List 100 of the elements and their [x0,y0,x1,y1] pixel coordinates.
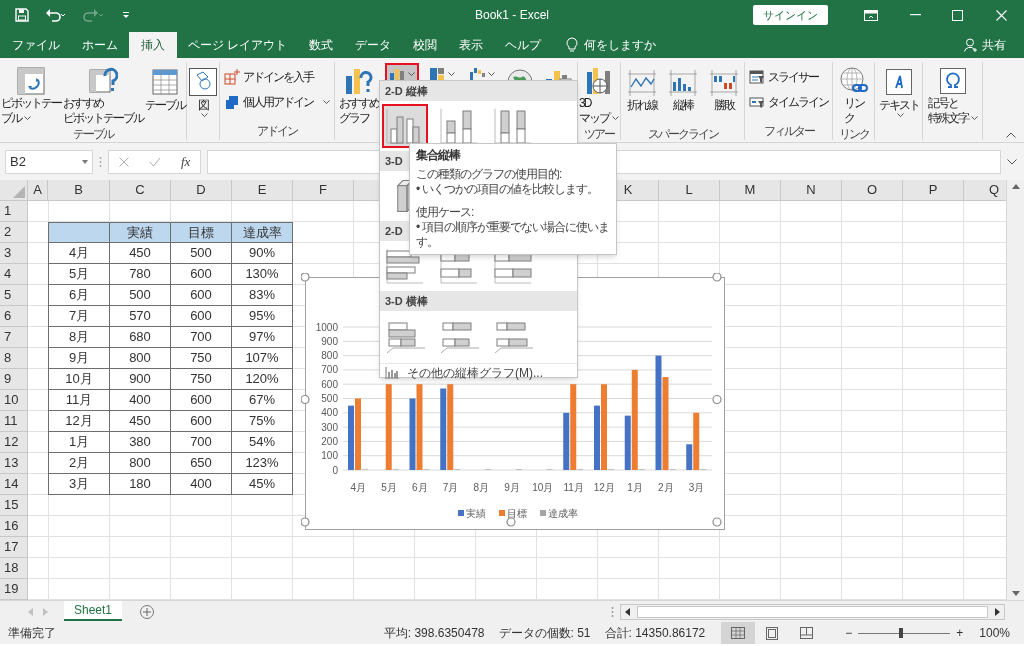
table-cell[interactable]: 12月 [48,411,110,432]
table-cell[interactable]: 700 [171,327,232,348]
row-header[interactable]: 4 [0,264,28,285]
timeline-button[interactable]: タイムライン [748,91,829,113]
zoom-slider-thumb[interactable] [898,628,903,638]
table-cell[interactable]: 650 [171,453,232,474]
horizontal-scrollbar[interactable] [620,603,1005,620]
zoom-slider[interactable] [858,627,951,639]
row-header[interactable]: 18 [0,558,28,579]
row-header[interactable]: 9 [0,369,28,390]
text-button[interactable]: テキスト [877,62,920,126]
row-header[interactable]: 17 [0,537,28,558]
table-cell[interactable]: 9月 [48,348,110,369]
table-cell[interactable]: 95% [232,306,293,327]
ribbon-tab[interactable]: データ [344,32,403,58]
more-charts-item[interactable]: その他の縦棒グラフ(M)... [380,363,577,382]
vertical-scrollbar[interactable] [1006,180,1024,600]
table-cell[interactable]: 570 [110,306,171,327]
line-sparkline-button[interactable]: 折れ線 [625,62,658,126]
table-cell[interactable]: 380 [110,432,171,453]
row-header[interactable]: 1 [0,201,28,222]
previous-sheet-icon[interactable] [28,607,33,616]
table-cell[interactable]: 600 [171,306,232,327]
table-cell[interactable]: 750 [171,369,232,390]
illustrations-button[interactable]: 図 [187,62,219,126]
row-header[interactable]: 3 [0,243,28,264]
winloss-sparkline-button[interactable]: 勝敗 [707,62,740,126]
table-cell[interactable]: 67% [232,390,293,411]
link-button[interactable]: リン ク [837,62,870,126]
sheet-tab[interactable]: Sheet1 [64,600,123,621]
row-header[interactable]: 10 [0,390,28,411]
table-cell[interactable]: 90% [232,243,293,264]
table-cell[interactable]: 8月 [48,327,110,348]
resize-handle[interactable] [301,394,310,405]
table-cell[interactable]: 54% [232,432,293,453]
symbol-button[interactable]: 記号と 特殊文字 [926,62,979,126]
table-cell[interactable]: 500 [171,243,232,264]
ribbon-tab[interactable]: ページ レイアウト [177,32,299,58]
ribbon-tab[interactable]: ホーム [71,32,129,58]
table-cell[interactable]: 680 [110,327,171,348]
slicer-button[interactable]: スライサー [748,66,819,88]
row-header[interactable]: 14 [0,474,28,495]
table-button[interactable]: テーブル [144,62,186,126]
row-header[interactable]: 5 [0,285,28,306]
ribbon-tab[interactable]: 数式 [298,32,345,58]
table-cell[interactable]: 11月 [48,390,110,411]
table-cell[interactable]: 750 [171,348,232,369]
row-header[interactable]: 11 [0,411,28,432]
ribbon-tab[interactable]: ヘルプ [494,32,553,58]
column-header[interactable]: O [842,180,903,200]
row-header[interactable]: 2 [0,222,28,243]
column-header[interactable]: B [48,180,110,200]
ribbon-tab[interactable]: ファイル [1,32,71,58]
table-cell[interactable]: 600 [171,285,232,306]
table-cell[interactable]: 600 [171,264,232,285]
table-cell[interactable]: 130% [232,264,293,285]
tell-me-field[interactable]: 何をしますか [584,36,657,54]
resize-handle[interactable] [301,517,310,527]
zoom-out-button[interactable]: − [843,624,855,642]
row-header[interactable]: 6 [0,306,28,327]
splitter-icon[interactable] [611,605,614,618]
view-button[interactable] [721,622,756,644]
3d-map-button[interactable]: 3D マップ [578,62,620,126]
table-cell[interactable]: 7月 [48,306,110,327]
scroll-thumb[interactable] [637,605,988,618]
table-cell[interactable]: 800 [110,453,171,474]
name-box[interactable]: B2 [5,149,93,174]
table-cell[interactable]: 780 [110,264,171,285]
row-header[interactable]: 13 [0,453,28,474]
table-cell[interactable]: 97% [232,327,293,348]
table-cell[interactable]: 5月 [48,264,110,285]
table-cell[interactable]: 3月 [48,474,110,495]
table-cell[interactable]: 120% [232,369,293,390]
resize-handle[interactable] [301,273,310,282]
next-sheet-icon[interactable] [43,607,48,616]
table-cell[interactable]: 75% [232,411,293,432]
column-header[interactable]: E [232,180,293,200]
table-cell[interactable]: 450 [110,243,171,264]
my-addins-button[interactable]: 個人用アドイン [223,91,331,113]
zoom-level[interactable]: 100% [979,624,1010,642]
row-header[interactable]: 16 [0,516,28,537]
table-cell[interactable]: 10月 [48,369,110,390]
table-cell[interactable]: 1月 [48,432,110,453]
insert-function-button[interactable]: fx [181,151,191,172]
column-header[interactable]: A [28,180,48,200]
table-cell[interactable]: 83% [232,285,293,306]
column-header[interactable]: P [903,180,964,200]
table-cell[interactable]: 6月 [48,285,110,306]
table-cell[interactable]: 180 [110,474,171,495]
row-header[interactable]: 12 [0,432,28,453]
share-button[interactable]: 共有 [964,32,1006,58]
ribbon-tab[interactable]: 表示 [448,32,495,58]
sign-in-button[interactable]: サインイン [753,5,828,25]
table-cell[interactable]: 400 [171,474,232,495]
get-addins-button[interactable]: アドインを入手 [223,66,314,88]
resize-handle[interactable] [712,273,722,282]
table-cell[interactable]: 実績 [110,222,171,243]
table-cell[interactable]: 達成率 [232,222,293,243]
table-cell[interactable]: 800 [110,348,171,369]
cancel-icon[interactable] [119,156,129,167]
